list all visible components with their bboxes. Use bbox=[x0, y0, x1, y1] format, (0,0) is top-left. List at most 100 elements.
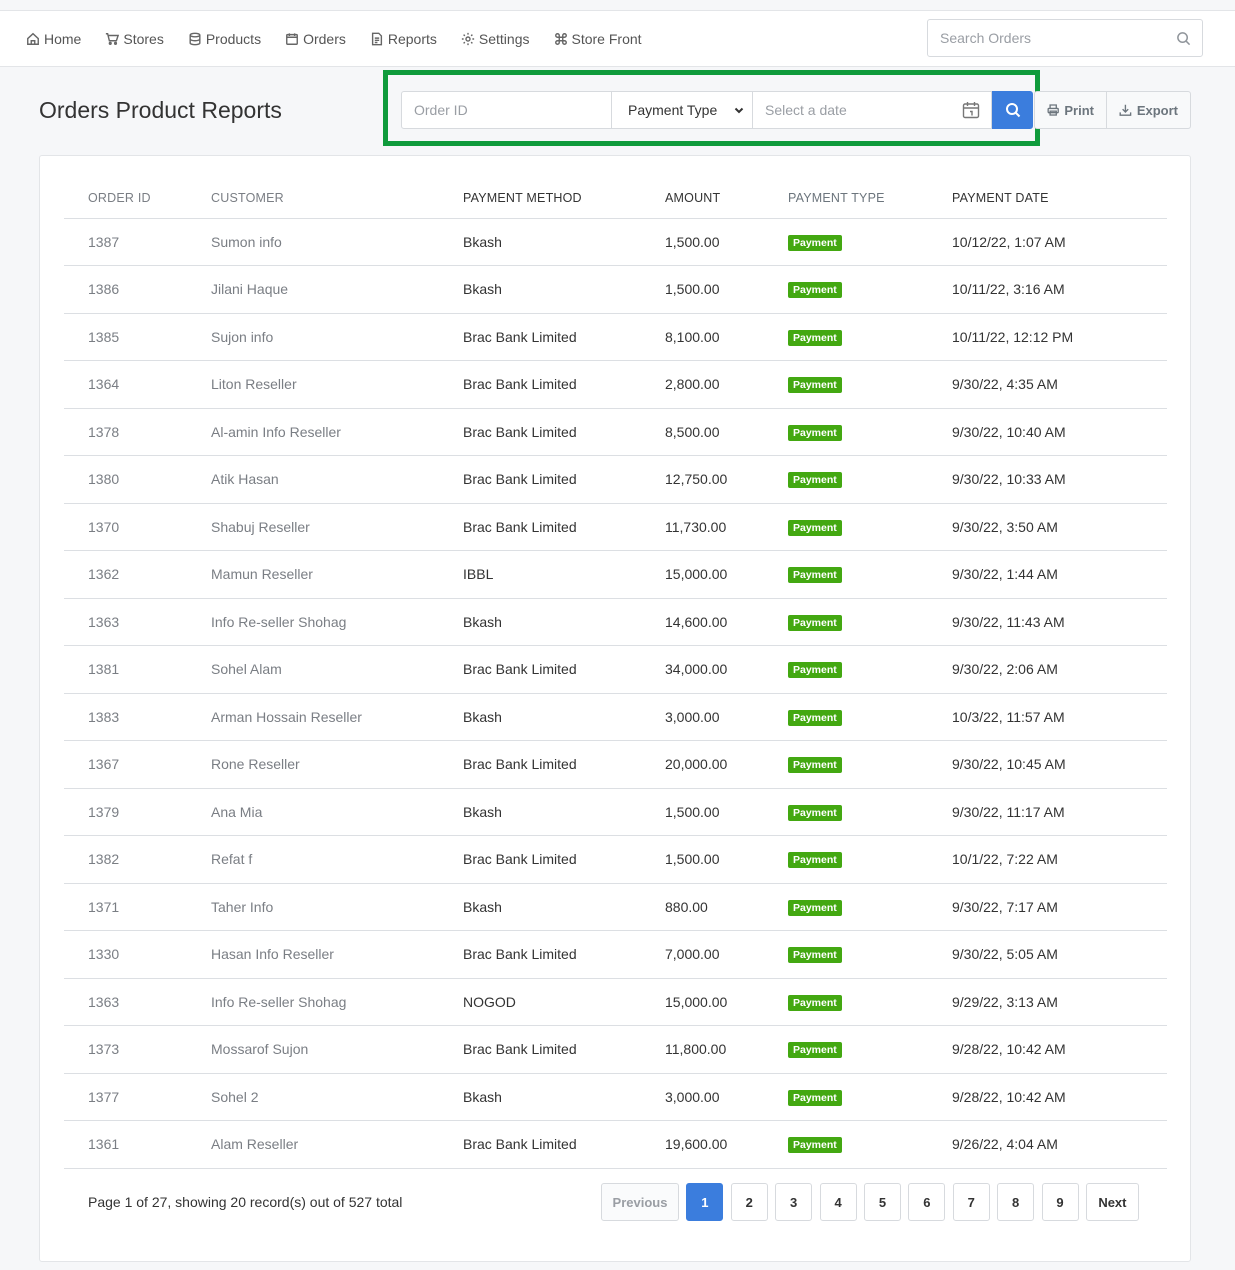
order-id-cell: 1383 bbox=[64, 693, 211, 741]
payment-type-badge: Payment bbox=[788, 614, 842, 631]
table-row[interactable]: 1378 Al-amin Info Reseller Brac Bank Limit… bbox=[64, 408, 1167, 456]
table-header-row: ORDER ID CUSTOMER PAYMENT METHOD AMOUNT … bbox=[64, 178, 1167, 219]
table-row[interactable]: 1383 Arman Hossain Reseller Bkash 3,000.00 P… bbox=[64, 693, 1167, 741]
payment-date-cell: 9/30/22, 11:17 AM bbox=[952, 788, 1167, 836]
page-title: Orders Product Reports bbox=[39, 97, 282, 123]
column-header-order-id[interactable]: ORDER ID bbox=[64, 178, 211, 219]
payment-type-select[interactable]: Payment Type bbox=[612, 91, 753, 129]
amount-cell: 1,500.00 bbox=[665, 835, 788, 884]
orders-table: ORDER ID CUSTOMER PAYMENT METHOD AMOUNT … bbox=[64, 178, 1167, 1169]
table-row[interactable]: 1381 Sohel Alam Brac Bank Limited 34,000.00… bbox=[64, 645, 1167, 694]
table-row[interactable]: 1370 Shabuj Reseller Brac Bank Limited 11,7… bbox=[64, 503, 1167, 551]
table-row[interactable]: 1330 Hasan Info Reseller Brac Bank Limited… bbox=[64, 930, 1167, 979]
order-id-input[interactable] bbox=[414, 102, 604, 118]
payment-method-cell: Brac Bank Limited bbox=[463, 1025, 665, 1074]
table-row[interactable]: 1377 Sohel 2 Bkash 3,000.00 Payment 9/28/22, … bbox=[64, 1073, 1167, 1121]
nav-reports[interactable]: Reports bbox=[370, 31, 437, 47]
print-button[interactable]: Print bbox=[1034, 91, 1107, 129]
pagination-page-7[interactable]: 7 bbox=[952, 1183, 990, 1221]
customer-cell: Al-amin Info Reseller bbox=[211, 408, 463, 456]
pagination-page-6[interactable]: 6 bbox=[908, 1183, 946, 1221]
nav-products-label: Products bbox=[205, 31, 262, 47]
table-row[interactable]: 1364 Liton Reseller Brac Bank Limited 2,800… bbox=[64, 360, 1167, 409]
download-icon bbox=[1119, 104, 1132, 116]
payment-date-cell: 9/30/22, 3:50 AM bbox=[952, 503, 1167, 551]
table-row[interactable]: 1386 Jilani Haque Bkash 1,500.00 Payment 10/1… bbox=[64, 265, 1167, 314]
order-id-cell: 1330 bbox=[64, 930, 211, 979]
nav-settings[interactable]: Settings bbox=[461, 31, 530, 47]
search-icon[interactable] bbox=[1176, 31, 1191, 46]
nav-stores[interactable]: Stores bbox=[105, 31, 164, 47]
column-header-customer[interactable]: CUSTOMER bbox=[211, 178, 463, 219]
date-picker-field[interactable]: Select a date bbox=[753, 91, 992, 129]
calendar-icon bbox=[286, 33, 299, 45]
document-icon bbox=[371, 32, 382, 46]
pagination-next[interactable]: Next bbox=[1085, 1183, 1139, 1221]
table-row[interactable]: 1379 Ana Mia Bkash 1,500.00 Payment 9/30/22, … bbox=[64, 788, 1167, 836]
nav-products[interactable]: Products bbox=[188, 31, 261, 47]
pagination-page-1[interactable]: 1 bbox=[686, 1183, 724, 1221]
table-row[interactable]: 1380 Atik Hasan Brac Bank Limited 12,750.00… bbox=[64, 455, 1167, 504]
payment-date-cell: 9/28/22, 10:42 AM bbox=[952, 1025, 1167, 1074]
filter-search-button[interactable] bbox=[992, 91, 1033, 129]
payment-type-cell: Payment bbox=[788, 313, 952, 361]
pagination-previous[interactable]: Previous bbox=[601, 1183, 679, 1221]
table-row[interactable]: 1371 Taher Info Bkash 880.00 Payment 9/30/22,… bbox=[64, 883, 1167, 931]
payment-type-badge: Payment bbox=[788, 1089, 842, 1106]
pagination-page-2[interactable]: 2 bbox=[730, 1183, 768, 1221]
order-id-cell: 1373 bbox=[64, 1025, 211, 1074]
payment-method-cell: Bkash bbox=[463, 598, 665, 646]
payment-method-cell: Brac Bank Limited bbox=[463, 645, 665, 694]
customer-cell: Jilani Haque bbox=[211, 265, 463, 314]
nav-store-front[interactable]: Store Front bbox=[554, 31, 642, 47]
payment-type-cell: Payment bbox=[788, 788, 952, 836]
pagination-page-4[interactable]: 4 bbox=[819, 1183, 857, 1221]
order-id-cell: 1377 bbox=[64, 1073, 211, 1121]
nav-home[interactable]: Home bbox=[26, 31, 81, 47]
table-row[interactable]: 1373 Mossarof Sujon Brac Bank Limited 11,80… bbox=[64, 1025, 1167, 1074]
payment-type-cell: Payment bbox=[788, 693, 952, 741]
calendar-icon[interactable] bbox=[961, 100, 981, 120]
pagination-page-3[interactable]: 3 bbox=[775, 1183, 813, 1221]
chevron-down-icon bbox=[734, 107, 744, 114]
payment-type-cell: Payment bbox=[788, 1073, 952, 1121]
column-header-payment-type[interactable]: PAYMENT TYPE bbox=[788, 178, 952, 219]
pagination-page-5[interactable]: 5 bbox=[863, 1183, 901, 1221]
pagination-page-9[interactable]: 9 bbox=[1041, 1183, 1079, 1221]
order-id-cell: 1378 bbox=[64, 408, 211, 456]
table-row[interactable]: 1385 Sujon info Brac Bank Limited 8,100.00 P… bbox=[64, 313, 1167, 361]
column-header-payment-method[interactable]: PAYMENT METHOD bbox=[463, 178, 665, 219]
search-orders-input[interactable] bbox=[940, 30, 1170, 46]
pagination-page-8[interactable]: 8 bbox=[997, 1183, 1035, 1221]
column-header-payment-date[interactable]: PAYMENT DATE bbox=[952, 178, 1167, 219]
printer-icon bbox=[1047, 104, 1059, 116]
payment-type-badge: Payment bbox=[788, 472, 842, 489]
payment-method-cell: Bkash bbox=[463, 693, 665, 741]
table-row[interactable]: 1362 Mamun Reseller IBBL 15,000.00 Payment 9/… bbox=[64, 550, 1167, 599]
customer-cell: Sohel Alam bbox=[211, 645, 463, 694]
column-header-amount[interactable]: AMOUNT bbox=[665, 178, 788, 219]
payment-type-cell: Payment bbox=[788, 598, 952, 646]
amount-cell: 1,500.00 bbox=[665, 218, 788, 266]
date-picker-placeholder: Select a date bbox=[765, 102, 847, 118]
order-id-cell: 1380 bbox=[64, 455, 211, 504]
payment-type-badge: Payment bbox=[788, 329, 842, 346]
payment-method-cell: Brac Bank Limited bbox=[463, 360, 665, 409]
payment-type-badge: Payment bbox=[788, 899, 842, 916]
table-row[interactable]: 1382 Refat f Brac Bank Limited 1,500.00 Paym… bbox=[64, 835, 1167, 884]
nav-settings-label: Settings bbox=[478, 31, 530, 47]
table-row[interactable]: 1387 Sumon info Bkash 1,500.00 Payment 10/12/… bbox=[64, 218, 1167, 266]
table-row[interactable]: 1361 Alam Reseller Brac Bank Limited 19,600… bbox=[64, 1120, 1167, 1169]
customer-cell: Rone Reseller bbox=[211, 740, 463, 789]
payment-date-cell: 10/11/22, 12:12 PM bbox=[952, 313, 1167, 361]
nav-reports-label: Reports bbox=[387, 31, 437, 47]
table-row[interactable]: 1367 Rone Reseller Brac Bank Limited 20,000… bbox=[64, 740, 1167, 789]
nav-orders[interactable]: Orders bbox=[285, 31, 346, 47]
payment-type-badge: Payment bbox=[788, 709, 842, 726]
table-row[interactable]: 1363 Info Re-seller Shohag NOGOD 15,000.00 P… bbox=[64, 978, 1167, 1026]
export-button[interactable]: Export bbox=[1107, 91, 1191, 129]
payment-date-cell: 9/26/22, 4:04 AM bbox=[952, 1120, 1167, 1169]
table-row[interactable]: 1363 Info Re-seller Shohag Bkash 14,600.00 P… bbox=[64, 598, 1167, 646]
command-icon bbox=[554, 33, 567, 45]
customer-cell: Alam Reseller bbox=[211, 1120, 463, 1169]
